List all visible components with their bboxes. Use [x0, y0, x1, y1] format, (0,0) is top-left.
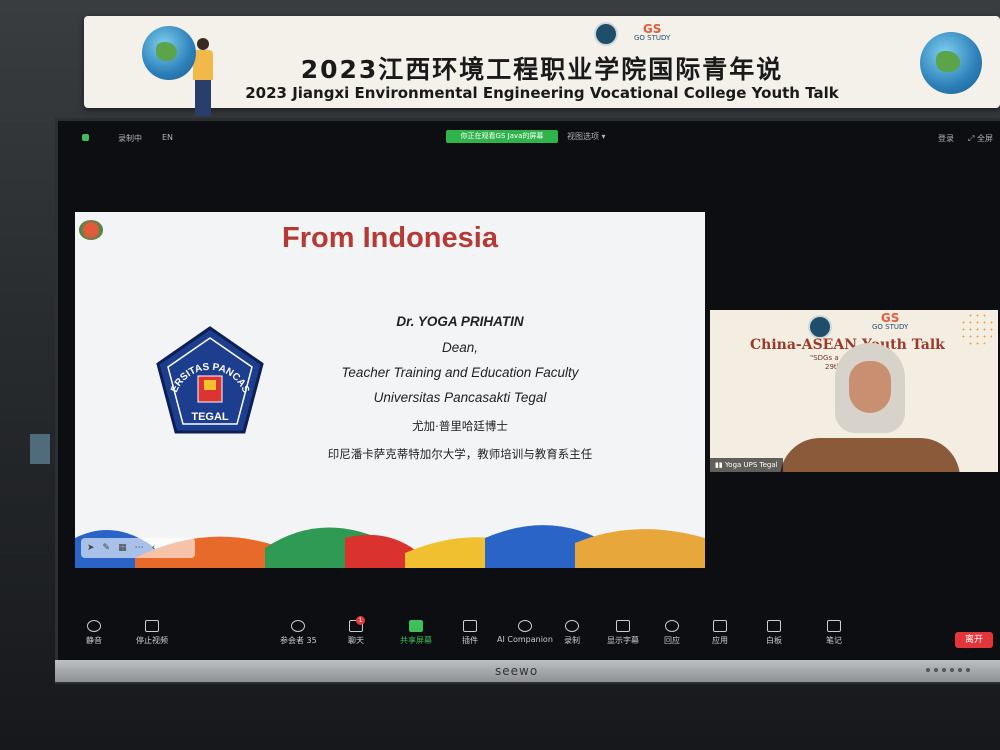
chat-badge: 1 — [356, 616, 365, 625]
speaker-university: Universitas Pancasakti Tegal — [373, 390, 547, 405]
speaker-role: Dean, — [441, 340, 479, 355]
notes-icon — [827, 620, 841, 632]
plugins-button[interactable]: 插件 — [462, 620, 478, 646]
stop-video-button[interactable]: 停止视频 — [136, 620, 168, 646]
meeting-toolbar: 静音 停止视频 参会者 35 1 聊天 共享屏幕 插件 AI Companion … — [72, 616, 1000, 658]
meeting-topbar: 录制中 EN 你正在观看GS Java的屏幕 视图选项 ▾ 登录 ⤢ 全屏 — [72, 128, 1000, 148]
ai-companion-button[interactable]: AI Companion — [497, 620, 553, 644]
apps-button[interactable]: 应用 — [712, 620, 728, 646]
prev-slide-icon[interactable]: ‹ — [152, 543, 156, 553]
share-screen-button[interactable]: 共享屏幕 — [400, 620, 432, 646]
record-button[interactable]: 录制 — [564, 620, 580, 646]
apps-icon — [713, 620, 727, 632]
reaction-icon — [665, 620, 679, 632]
participants-button[interactable]: 参会者 35 — [280, 620, 317, 646]
sign-in-button[interactable]: 登录 — [938, 133, 954, 144]
go-study-logo: GS GO STUDY — [872, 311, 909, 331]
sparkle-icon — [517, 620, 532, 632]
monitor-bezel: seewo — [55, 660, 1000, 682]
participant-name-tag: ▮▮ Yoga UPS Tegal — [710, 458, 783, 472]
side-device — [30, 434, 50, 464]
grid-icon[interactable]: ▦ — [118, 543, 127, 553]
fullscreen-button[interactable]: ⤢ 全屏 — [968, 133, 993, 144]
shared-slide: From Indonesia UNIVERSITAS PANCASAKTI TE… — [75, 212, 705, 568]
speaker-name-cn: 尤加·普里哈廷博士 — [412, 419, 508, 433]
more-icon[interactable]: ⋯ — [135, 543, 144, 553]
captions-button[interactable]: 显示字幕 — [607, 620, 639, 646]
mute-button[interactable]: 静音 — [86, 620, 102, 646]
plugin-icon — [463, 620, 477, 632]
college-logo — [808, 315, 832, 339]
recording-indicator[interactable]: 录制中 — [118, 133, 142, 144]
slide-title: From Indonesia — [282, 222, 498, 254]
notes-button[interactable]: 笔记 — [826, 620, 842, 646]
whiteboard-icon — [767, 620, 781, 632]
camera-icon — [145, 620, 159, 632]
participant-count: 35 — [306, 636, 317, 645]
view-options-button[interactable]: 视图选项 ▾ — [567, 131, 606, 142]
banner-title-en: 2023 Jiangxi Environmental Engineering V… — [245, 84, 839, 102]
participant-video-tile[interactable]: GS GO STUDY China-ASEAN Youth Talk "SDGs … — [710, 310, 998, 472]
go-study-logo: GS GO STUDY — [634, 22, 671, 42]
event-banner: GS GO STUDY 2023江西环境工程职业学院国际青年说 2023 Jian… — [84, 16, 1000, 116]
microphone-icon — [87, 620, 101, 632]
slide-controls[interactable]: ➤ ✎ ▦ ⋯ ‹ — [81, 538, 195, 558]
college-logo — [594, 22, 618, 46]
speaker-faculty: Teacher Training and Education Faculty — [341, 365, 579, 380]
decorative-dots — [960, 312, 994, 346]
whiteboard-button[interactable]: 白板 — [766, 620, 782, 646]
leave-button[interactable]: 离开 — [955, 632, 993, 648]
emblem-bottom-text: TEGAL — [191, 411, 229, 423]
speaker-face — [835, 343, 905, 453]
banner-title-cn: 2023江西环境工程职业学院国际青年说 — [300, 55, 784, 84]
university-emblem: UNIVERSITAS PANCASAKTI TEGAL — [152, 324, 264, 434]
share-screen-icon — [409, 620, 423, 632]
people-icon — [291, 620, 306, 632]
language-button[interactable]: EN — [162, 133, 173, 142]
security-shield-icon[interactable] — [82, 134, 89, 141]
monitor-brand: seewo — [495, 664, 539, 678]
speaker-name: Dr. YOGA PRIHATIN — [396, 314, 524, 329]
pen-icon[interactable]: ✎ — [103, 543, 111, 553]
screen-share-notice: 你正在观看GS Java的屏幕 — [446, 130, 558, 143]
record-icon — [565, 620, 579, 632]
cc-icon — [616, 620, 630, 632]
speaker-role-cn: 印尼潘卡萨克蒂特加尔大学，教师培训与教育系主任 — [327, 447, 593, 461]
reactions-button[interactable]: 回应 — [664, 620, 680, 646]
bezel-indicator-dots — [926, 668, 970, 672]
pointer-icon[interactable]: ➤ — [87, 543, 95, 553]
chat-button[interactable]: 1 聊天 — [348, 616, 365, 646]
